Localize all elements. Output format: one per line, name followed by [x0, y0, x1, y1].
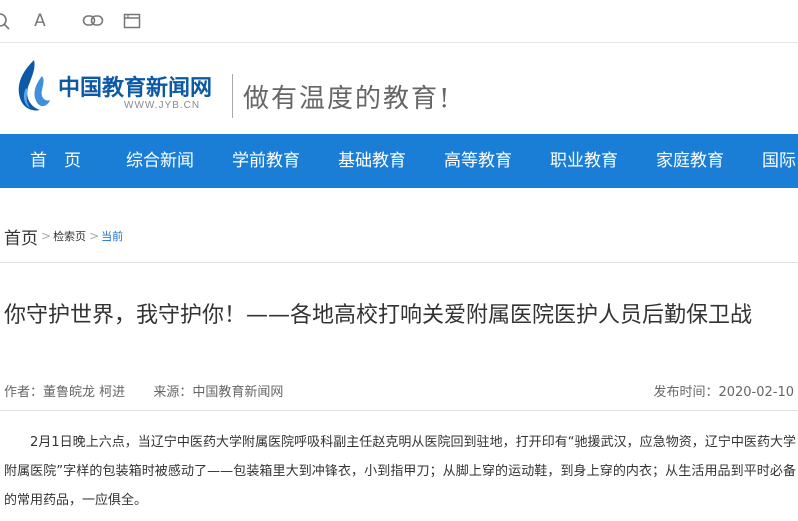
meta-divider: [0, 410, 798, 411]
flame-logo-icon[interactable]: [12, 58, 52, 114]
site-url: WWW.JYB.CN: [124, 100, 201, 111]
chevron-right-icon: >: [41, 229, 52, 243]
breadcrumb-divider: [0, 262, 798, 263]
publish-time: 发布时间：2020-02-10: [653, 385, 794, 400]
main-nav: 首 页 综合新闻 学前教育 基础教育 高等教育 职业教育 家庭教育 国际: [0, 134, 798, 188]
nav-item-higher-education[interactable]: 高等教育: [444, 134, 512, 188]
nav-item-basic-education[interactable]: 基础教育: [338, 134, 406, 188]
article-title: 你守护世界，我守护你！——各地高校打响关爱附属医院医护人员后勤保卫战: [4, 303, 753, 328]
site-slogan: 做有温度的教育!: [243, 84, 452, 114]
link-icon[interactable]: [82, 8, 104, 34]
window-icon[interactable]: [122, 8, 142, 34]
site-header: 中国教育新闻网 WWW.JYB.CN 做有温度的教育!: [0, 42, 798, 134]
article-source: 来源：中国教育新闻网: [153, 385, 284, 400]
nav-item-vocational[interactable]: 职业教育: [550, 134, 618, 188]
breadcrumb-home[interactable]: 首页: [4, 224, 38, 249]
breadcrumb-search[interactable]: 检索页: [53, 228, 86, 244]
slogan-divider: [232, 74, 233, 118]
site-name[interactable]: 中国教育新闻网: [58, 70, 212, 102]
search-icon[interactable]: [0, 8, 11, 34]
nav-item-international[interactable]: 国际: [762, 134, 796, 188]
nav-item-home[interactable]: 首 页: [30, 134, 81, 188]
breadcrumb: 首页 > 检索页 > 当前: [4, 224, 124, 249]
nav-item-family[interactable]: 家庭教育: [656, 134, 724, 188]
article-paragraph: 2月1日晚上六点，当辽宁中医药大学附属医院呼吸科副主任赵克明从医院回到驻地，打开…: [4, 435, 796, 508]
font-size-icon[interactable]: A: [29, 8, 51, 34]
chevron-right-icon: >: [89, 229, 100, 243]
breadcrumb-current: 当前: [101, 230, 124, 243]
nav-item-preschool[interactable]: 学前教育: [232, 134, 300, 188]
article-toolbar: A: [0, 0, 798, 43]
nav-item-general-news[interactable]: 综合新闻: [126, 134, 194, 188]
article-author: 作者：董鲁皖龙 柯进: [4, 385, 126, 400]
article-meta: 作者：董鲁皖龙 柯进 来源：中国教育新闻网 发布时间：2020-02-10: [4, 381, 794, 401]
